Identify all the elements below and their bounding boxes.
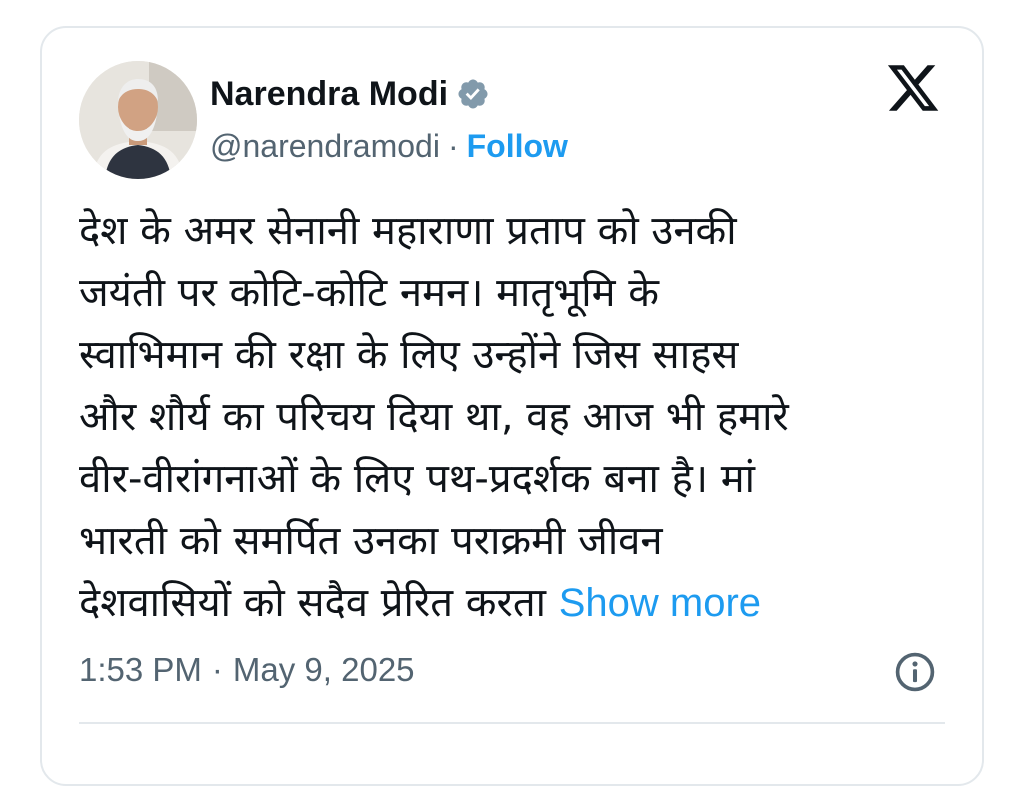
tweet-line: स्वाभिमान की रक्षा के लिए उन्होंने जिस स… <box>79 332 739 378</box>
divider <box>79 722 945 724</box>
tweet-line: और शौर्य का परिचय दिया था, वह आज भी हमार… <box>79 394 789 440</box>
tweet-line: जयंती पर कोटि-कोटि नमन। मातृभूमि के <box>79 270 660 316</box>
info-icon[interactable] <box>893 650 937 694</box>
tweet-timestamp[interactable]: 1:53 PM · May 9, 2025 <box>79 648 415 692</box>
tweet-line-last: देशवासियों को सदैव प्रेरित करता Show mor… <box>79 572 939 634</box>
separator-dot: · <box>447 128 459 164</box>
x-logo-icon[interactable] <box>884 60 942 116</box>
follow-button[interactable]: Follow <box>467 126 568 166</box>
author-header: Narendra Modi <box>210 74 490 114</box>
separator-dot: · <box>211 651 223 688</box>
author-handle[interactable]: @narendramodi <box>210 126 440 166</box>
handle-row: @narendramodi · Follow <box>210 126 568 166</box>
author-name[interactable]: Narendra Modi <box>210 74 448 114</box>
show-more-link[interactable]: Show more <box>559 581 761 625</box>
tweet-time: 1:53 PM <box>79 651 202 688</box>
tweet-line: देश के अमर सेनानी महाराणा प्रताप को उनकी <box>79 208 737 254</box>
tweet-line: देशवासियों को सदैव प्रेरित करता <box>79 580 546 626</box>
tweet-text: देश के अमर सेनानी महाराणा प्रताप को उनकी… <box>79 200 939 634</box>
avatar[interactable] <box>79 61 197 179</box>
tweet-date: May 9, 2025 <box>232 651 415 688</box>
tweet-line: भारती को समर्पित उनका पराक्रमी जीवन <box>79 518 663 564</box>
tweet-line: वीर-वीरांगनाओं के लिए पथ-प्रदर्शक बना है… <box>79 456 755 502</box>
verified-badge-icon <box>458 79 488 109</box>
